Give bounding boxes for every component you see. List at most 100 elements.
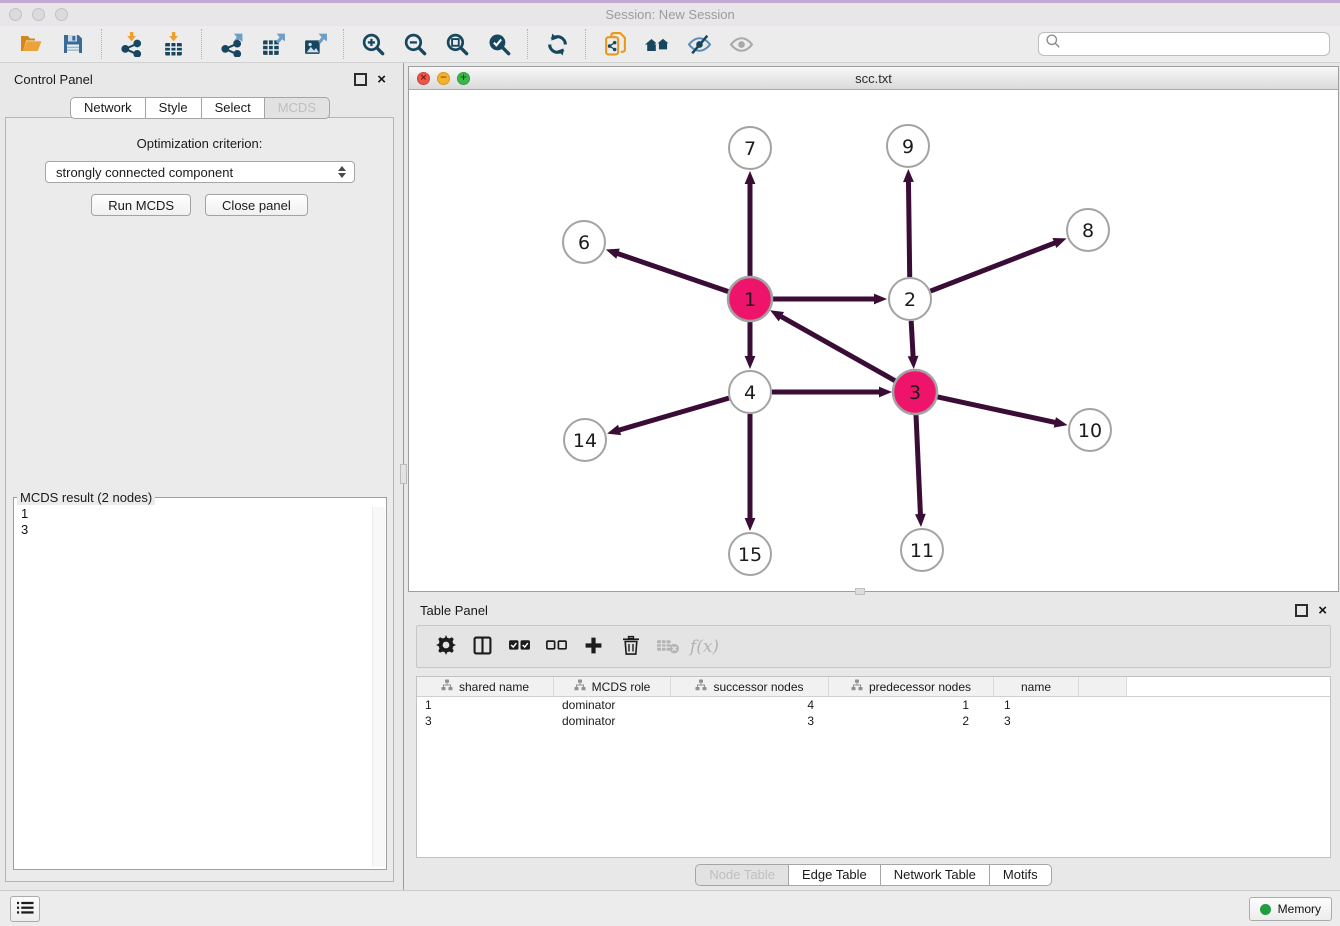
graph-edge-3-10[interactable] xyxy=(936,397,1055,423)
close-table-panel-icon[interactable]: × xyxy=(1318,604,1327,617)
result-scrollbar[interactable] xyxy=(372,507,385,867)
column-header-predecessor-nodes[interactable]: predecessor nodes xyxy=(829,677,994,696)
cell-shared-name[interactable]: 3 xyxy=(417,714,554,728)
tab-edge-table[interactable]: Edge Table xyxy=(788,864,881,886)
criterion-select[interactable]: strongly connected component xyxy=(45,161,355,183)
network-maximize-button[interactable]: + xyxy=(457,72,470,85)
network-canvas[interactable]: 7968124314101511 xyxy=(409,90,1338,592)
graph-arrowhead-3-11 xyxy=(915,514,926,527)
export-table-button[interactable] xyxy=(256,28,290,60)
open-session-button[interactable] xyxy=(14,28,48,60)
column-label: shared name xyxy=(459,680,529,694)
cell-predecessor-nodes[interactable]: 1 xyxy=(829,698,994,712)
tab-network-table[interactable]: Network Table xyxy=(880,864,990,886)
zoom-out-icon xyxy=(403,32,428,57)
import-table-button[interactable] xyxy=(156,28,190,60)
show-all-button[interactable] xyxy=(724,28,758,60)
tab-style[interactable]: Style xyxy=(145,97,202,119)
refresh-icon xyxy=(545,32,570,57)
graph-edge-2-8[interactable] xyxy=(931,243,1056,291)
column-header-shared-name[interactable]: shared name xyxy=(417,677,554,696)
graph-edge-2-3[interactable] xyxy=(911,321,913,357)
deselect-all-icon xyxy=(545,638,568,656)
table-panel-header: Table Panel × xyxy=(408,596,1339,625)
save-session-icon xyxy=(61,32,85,56)
deselect-all-button[interactable] xyxy=(538,631,575,663)
select-all-button[interactable] xyxy=(501,631,538,663)
float-panel-icon[interactable] xyxy=(354,73,367,86)
graph-node-label-7: 7 xyxy=(744,138,756,160)
add-column-button[interactable] xyxy=(575,631,612,663)
zoom-out-button[interactable] xyxy=(398,28,432,60)
home-button[interactable] xyxy=(640,28,674,60)
graph-node-label-6: 6 xyxy=(578,232,590,254)
network-minimize-button[interactable]: − xyxy=(437,72,450,85)
memory-button[interactable]: Memory xyxy=(1249,897,1332,921)
table-row-1[interactable]: 1dominator411 xyxy=(417,697,1330,713)
graph-edge-1-6[interactable] xyxy=(617,253,729,291)
cell-successor-nodes[interactable]: 3 xyxy=(671,714,829,728)
float-table-panel-icon[interactable] xyxy=(1295,604,1308,617)
search-box[interactable] xyxy=(1038,32,1330,56)
zoom-selected-button[interactable] xyxy=(482,28,516,60)
vertical-splitter[interactable] xyxy=(400,63,408,890)
network-window-titlebar[interactable]: × − + scc.txt xyxy=(409,67,1338,90)
column-header-MCDS-role[interactable]: MCDS role xyxy=(554,677,671,696)
zoom-fit-button[interactable] xyxy=(440,28,474,60)
table-row-2[interactable]: 3dominator323 xyxy=(417,713,1330,729)
column-header-successor-nodes[interactable]: successor nodes xyxy=(671,677,829,696)
table-panel-title: Table Panel xyxy=(420,603,488,618)
mcds-result-list[interactable]: 13 xyxy=(14,505,386,539)
refresh-button[interactable] xyxy=(540,28,574,60)
graph-arrowhead-2-8 xyxy=(1052,238,1066,248)
close-panel-button[interactable]: Close panel xyxy=(205,194,308,216)
tab-mcds[interactable]: MCDS xyxy=(264,97,330,119)
tab-motifs[interactable]: Motifs xyxy=(989,864,1052,886)
tab-node-table[interactable]: Node Table xyxy=(695,864,789,886)
table-header-filler xyxy=(1079,677,1127,696)
zoom-in-button[interactable] xyxy=(356,28,390,60)
column-label: predecessor nodes xyxy=(869,680,971,694)
graph-edge-3-11[interactable] xyxy=(916,414,920,515)
graph-edge-2-9[interactable] xyxy=(908,181,909,277)
toolbar-separator xyxy=(201,29,203,59)
run-mcds-button[interactable]: Run MCDS xyxy=(91,194,191,216)
delete-column-button[interactable] xyxy=(612,631,649,663)
tab-select[interactable]: Select xyxy=(201,97,265,119)
clone-network-button[interactable] xyxy=(598,28,632,60)
cell-shared-name[interactable]: 1 xyxy=(417,698,554,712)
graph-arrowhead-2-3 xyxy=(908,356,919,369)
import-network-button[interactable] xyxy=(114,28,148,60)
graph-edge-3-1[interactable] xyxy=(780,316,895,381)
clone-network-icon xyxy=(603,32,628,57)
horizontal-splitter-handle[interactable] xyxy=(855,588,865,595)
optimization-criterion-label: Optimization criterion: xyxy=(6,136,393,151)
hide-selected-button[interactable] xyxy=(682,28,716,60)
criterion-selected-value: strongly connected component xyxy=(56,165,233,180)
export-image-button[interactable] xyxy=(298,28,332,60)
tab-network[interactable]: Network xyxy=(70,97,146,119)
export-network-button[interactable] xyxy=(214,28,248,60)
cell-successor-nodes[interactable]: 4 xyxy=(671,698,829,712)
close-panel-icon[interactable]: × xyxy=(377,73,386,86)
window-titlebar: Session: New Session xyxy=(0,3,1340,26)
control-panel-tabs: NetworkStyleSelectMCDS xyxy=(0,97,400,119)
search-input[interactable] xyxy=(1062,34,1329,54)
split-columns-button[interactable] xyxy=(464,631,501,663)
cell-name[interactable]: 1 xyxy=(994,698,1079,712)
cell-name[interactable]: 3 xyxy=(994,714,1079,728)
graph-node-label-1: 1 xyxy=(744,289,756,311)
splitter-handle[interactable] xyxy=(400,464,407,484)
graph-arrowhead-4-15 xyxy=(745,518,756,531)
save-session-button[interactable] xyxy=(56,28,90,60)
cell-predecessor-nodes[interactable]: 2 xyxy=(829,714,994,728)
settings-gear-button[interactable] xyxy=(427,631,464,663)
cell-MCDS-role[interactable]: dominator xyxy=(554,714,671,728)
column-header-name[interactable]: name xyxy=(994,677,1079,696)
network-close-button[interactable]: × xyxy=(417,72,430,85)
hierarchy-icon xyxy=(695,679,707,694)
cell-MCDS-role[interactable]: dominator xyxy=(554,698,671,712)
graph-edge-4-14[interactable] xyxy=(619,398,729,430)
task-history-button[interactable] xyxy=(10,896,40,922)
toolbar-separator xyxy=(527,29,529,59)
